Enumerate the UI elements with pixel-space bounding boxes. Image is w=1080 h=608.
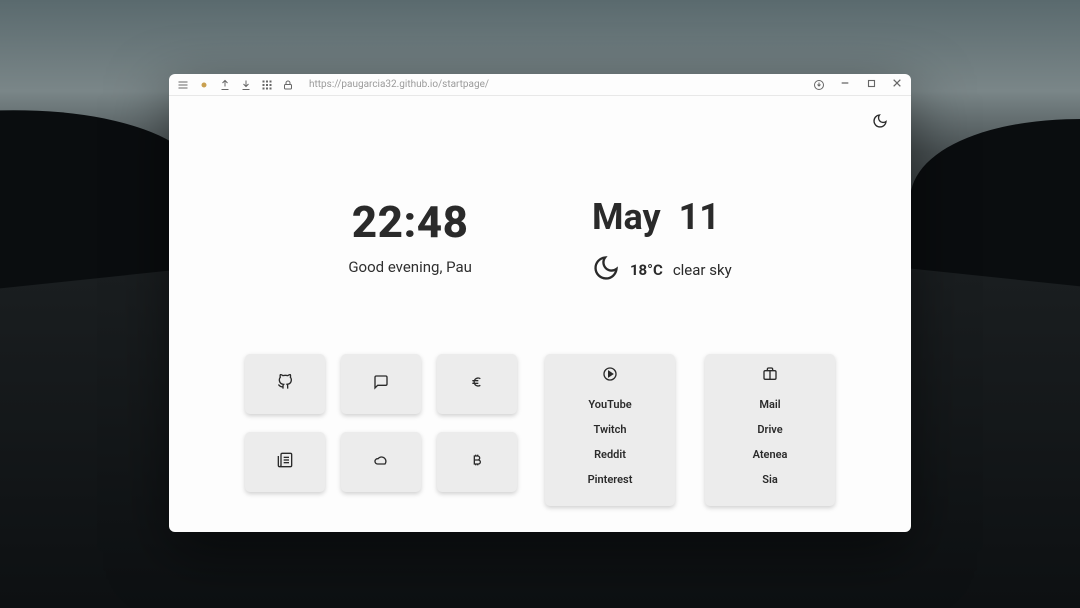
share-icon[interactable] — [219, 79, 231, 91]
url-text[interactable]: https://paugarcia32.github.io/startpage/ — [309, 79, 489, 90]
clock-block: 22:48 Good evening, Pau — [348, 196, 472, 286]
link-atenea[interactable]: Atenea — [753, 442, 788, 467]
link-youtube[interactable]: YouTube — [588, 392, 631, 417]
link-reddit[interactable]: Reddit — [594, 442, 626, 467]
download-indicator-icon[interactable] — [813, 79, 825, 91]
list-grid: YouTube Twitch Reddit Pinterest Mail Dri… — [545, 354, 835, 506]
list-card-media: YouTube Twitch Reddit Pinterest — [545, 354, 675, 506]
link-drive[interactable]: Drive — [757, 417, 782, 442]
briefcase-icon — [762, 366, 778, 382]
titlebar: https://paugarcia32.github.io/startpage/ — [169, 74, 911, 96]
menu-icon[interactable] — [177, 79, 189, 91]
link-pinterest[interactable]: Pinterest — [588, 467, 633, 492]
link-mail[interactable]: Mail — [759, 392, 780, 417]
browser-window: https://paugarcia32.github.io/startpage/… — [169, 74, 911, 532]
clock-time: 22:48 — [352, 196, 469, 248]
github-icon — [277, 374, 293, 394]
chat-icon — [373, 374, 389, 394]
apps-grid-icon[interactable] — [261, 79, 273, 91]
cloud-icon — [373, 452, 389, 472]
moon-icon — [592, 254, 620, 286]
play-icon — [602, 366, 618, 382]
weather-condition: clear sky — [673, 261, 732, 279]
tile-chat[interactable] — [341, 354, 421, 414]
tile-news[interactable] — [245, 432, 325, 492]
window-controls — [839, 78, 903, 91]
tile-euro[interactable] — [437, 354, 517, 414]
news-icon — [277, 452, 293, 472]
tile-grid — [245, 354, 517, 506]
maximize-button[interactable] — [865, 79, 877, 91]
tile-github[interactable] — [245, 354, 325, 414]
browser-logo-icon — [198, 79, 210, 91]
close-button[interactable] — [891, 78, 903, 91]
list-card-work: Mail Drive Atenea Sia — [705, 354, 835, 506]
weather-temperature: 18°C — [630, 261, 663, 279]
bitcoin-icon — [469, 452, 485, 472]
tile-bitcoin[interactable] — [437, 432, 517, 492]
download-icon[interactable] — [240, 79, 252, 91]
date-block: May 11 18°C clear sky — [592, 196, 732, 286]
link-sia[interactable]: Sia — [762, 467, 777, 492]
euro-icon — [469, 374, 485, 394]
theme-toggle-button[interactable] — [869, 110, 891, 132]
lock-icon — [282, 79, 294, 91]
greeting-text: Good evening, Pau — [348, 258, 472, 276]
date-day: 11 — [679, 196, 720, 238]
page-content: 22:48 Good evening, Pau May 11 18°C clea… — [169, 96, 911, 532]
weather-row: 18°C clear sky — [592, 254, 732, 286]
minimize-button[interactable] — [839, 78, 851, 91]
tile-cloud[interactable] — [341, 432, 421, 492]
link-twitch[interactable]: Twitch — [593, 417, 626, 442]
date-month: May — [592, 196, 661, 238]
